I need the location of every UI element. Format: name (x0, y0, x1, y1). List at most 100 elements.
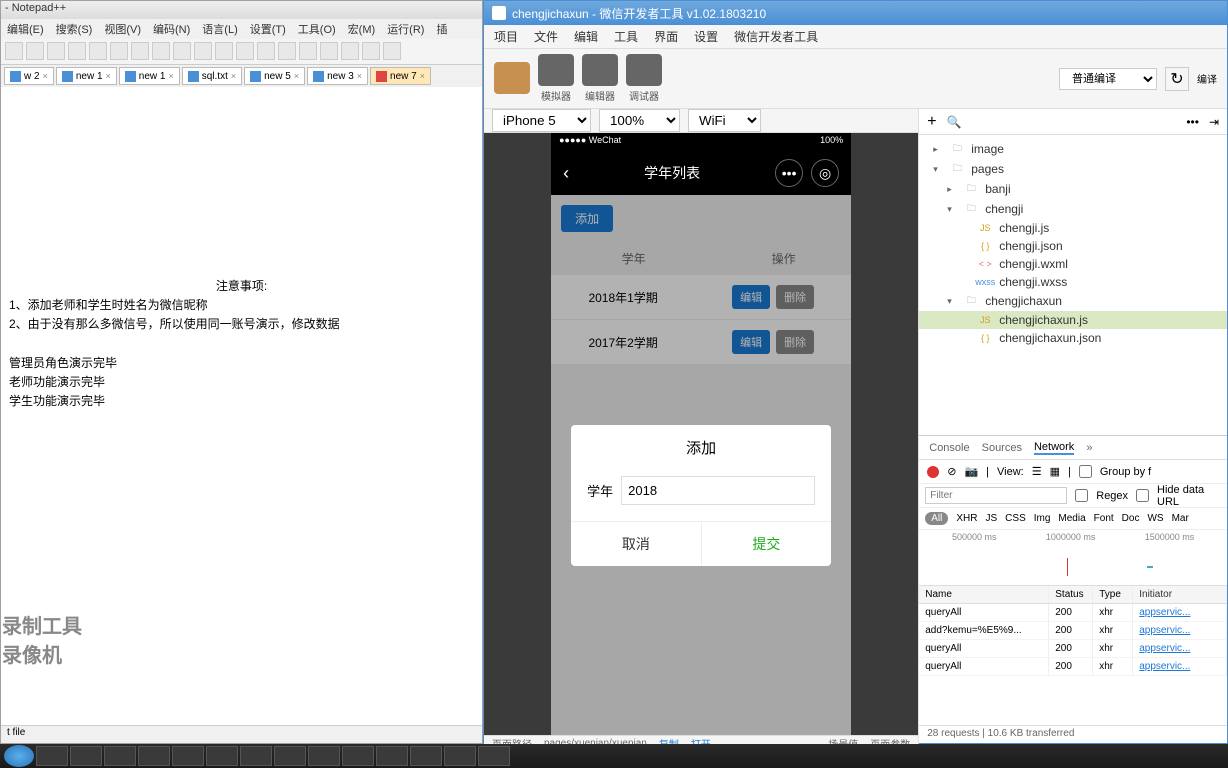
view-list-icon[interactable]: ☰ (1032, 465, 1042, 478)
taskbar-app[interactable] (342, 746, 374, 766)
zoom-select[interactable]: 100% (599, 109, 680, 132)
device-select[interactable]: iPhone 5 (492, 109, 591, 132)
menu-project[interactable]: 项目 (494, 28, 518, 45)
simulator-button[interactable]: 模拟器 (538, 54, 574, 103)
network-request-row[interactable]: queryAll200xhrappservic... (919, 604, 1227, 622)
modal-mask[interactable]: 添加 学年 取消 提交 (551, 195, 851, 735)
tab-network[interactable]: Network (1034, 441, 1074, 455)
network-request-row[interactable]: queryAll200xhrappservic... (919, 658, 1227, 676)
toolbar-icon[interactable] (278, 42, 296, 60)
network-select[interactable]: WiFi (688, 109, 761, 132)
file-tree[interactable]: ▸🗀image▾🗀pages▸🗀banji▾🗀chengjiJSchengji.… (919, 135, 1227, 435)
close-icon[interactable]: × (106, 71, 111, 81)
avatar-button[interactable] (494, 62, 530, 96)
menu-settings[interactable]: 设置(T) (250, 21, 286, 37)
toolbar-icon[interactable] (68, 42, 86, 60)
hide-checkbox[interactable] (1136, 489, 1149, 502)
taskbar-app[interactable] (240, 746, 272, 766)
filter-img[interactable]: Img (1034, 513, 1051, 524)
tab-console[interactable]: Console (929, 442, 969, 454)
taskbar-app[interactable] (308, 746, 340, 766)
editor-content[interactable]: 注意事项: 1、添加老师和学生时姓名为微信昵称 2、由于没有那么多微信号，所以使… (1, 87, 482, 421)
toolbar-icon[interactable] (173, 42, 191, 60)
regex-checkbox[interactable] (1075, 489, 1088, 502)
toolbar-icon[interactable] (299, 42, 317, 60)
refresh-button[interactable]: ↻ (1165, 67, 1189, 91)
menu-file[interactable]: 文件 (534, 28, 558, 45)
close-icon[interactable]: × (168, 71, 173, 81)
toolbar-icon[interactable] (47, 42, 65, 60)
toolbar-icon[interactable] (362, 42, 380, 60)
taskbar-app[interactable] (172, 746, 204, 766)
file-tab-active[interactable]: new 7× (370, 67, 431, 85)
target-icon[interactable]: ◎ (811, 159, 839, 187)
filter-media[interactable]: Media (1058, 513, 1085, 524)
filter-xhr[interactable]: XHR (956, 513, 977, 524)
menu-interface[interactable]: 界面 (654, 28, 678, 45)
toolbar-icon[interactable] (26, 42, 44, 60)
taskbar-app[interactable] (376, 746, 408, 766)
menu-macro[interactable]: 宏(M) (348, 21, 376, 37)
filter-all[interactable]: All (925, 512, 948, 525)
toolbar-icon[interactable] (215, 42, 233, 60)
view-large-icon[interactable]: ▦ (1050, 465, 1060, 478)
tree-item-chengji.json[interactable]: { }chengji.json (919, 237, 1227, 255)
toolbar-icon[interactable] (236, 42, 254, 60)
year-input[interactable] (621, 476, 815, 505)
tree-item-chengjichaxun.js[interactable]: JSchengjichaxun.js (919, 311, 1227, 329)
tree-item-chengji.wxss[interactable]: wxsschengji.wxss (919, 273, 1227, 291)
record-icon[interactable] (927, 466, 939, 478)
toolbar-icon[interactable] (341, 42, 359, 60)
close-icon[interactable]: × (420, 71, 425, 81)
taskbar-app[interactable] (410, 746, 442, 766)
menu-view[interactable]: 视图(V) (104, 21, 141, 37)
filter-font[interactable]: Font (1094, 513, 1114, 524)
taskbar-app[interactable] (206, 746, 238, 766)
back-icon[interactable]: ‹ (563, 163, 569, 184)
taskbar-app[interactable] (274, 746, 306, 766)
file-tab[interactable]: sql.txt× (182, 67, 242, 85)
tree-item-chengji.js[interactable]: JSchengji.js (919, 219, 1227, 237)
toolbar-icon[interactable] (131, 42, 149, 60)
add-file-icon[interactable]: + (927, 113, 936, 131)
taskbar-app[interactable] (36, 746, 68, 766)
editor-button[interactable]: 编辑器 (582, 54, 618, 103)
menu-plugins[interactable]: 插 (436, 21, 447, 37)
tree-item-chengjichaxun[interactable]: ▾🗀chengjichaxun (919, 291, 1227, 311)
file-tab[interactable]: w 2× (4, 67, 54, 85)
menu-dots-icon[interactable]: ••• (775, 159, 803, 187)
tree-item-pages[interactable]: ▾🗀pages (919, 159, 1227, 179)
menu-encoding[interactable]: 编码(N) (153, 21, 190, 37)
toolbar-icon[interactable] (5, 42, 23, 60)
submit-button[interactable]: 提交 (702, 522, 832, 566)
clear-icon[interactable]: ⊘ (947, 465, 956, 478)
tree-item-chengji.wxml[interactable]: < >chengji.wxml (919, 255, 1227, 273)
menu-settings[interactable]: 设置 (694, 28, 718, 45)
close-icon[interactable]: × (294, 71, 299, 81)
debugger-button[interactable]: 调试器 (626, 54, 662, 103)
network-request-row[interactable]: add?kemu=%E5%9...200xhrappservic... (919, 622, 1227, 640)
close-icon[interactable]: × (357, 71, 362, 81)
menu-edit[interactable]: 编辑 (574, 28, 598, 45)
close-icon[interactable]: × (231, 71, 236, 81)
file-tab[interactable]: new 1× (56, 67, 117, 85)
tree-item-image[interactable]: ▸🗀image (919, 139, 1227, 159)
toolbar-icon[interactable] (152, 42, 170, 60)
toolbar-icon[interactable] (320, 42, 338, 60)
file-tab[interactable]: new 5× (244, 67, 305, 85)
file-tab[interactable]: new 1× (119, 67, 180, 85)
menu-tool[interactable]: 工具 (614, 28, 638, 45)
filter-input[interactable] (925, 487, 1067, 504)
close-icon[interactable]: × (43, 71, 48, 81)
filter-doc[interactable]: Doc (1122, 513, 1140, 524)
more-icon[interactable]: ••• (1186, 115, 1199, 129)
toolbar-icon[interactable] (89, 42, 107, 60)
taskbar-app[interactable] (138, 746, 170, 766)
menu-devtools[interactable]: 微信开发者工具 (734, 28, 818, 45)
taskbar-app[interactable] (104, 746, 136, 766)
toolbar-icon[interactable] (194, 42, 212, 60)
tree-item-chengji[interactable]: ▾🗀chengji (919, 199, 1227, 219)
filter-ws[interactable]: WS (1147, 513, 1163, 524)
tab-more[interactable]: » (1086, 442, 1092, 454)
collapse-icon[interactable]: ⇥ (1209, 115, 1219, 129)
